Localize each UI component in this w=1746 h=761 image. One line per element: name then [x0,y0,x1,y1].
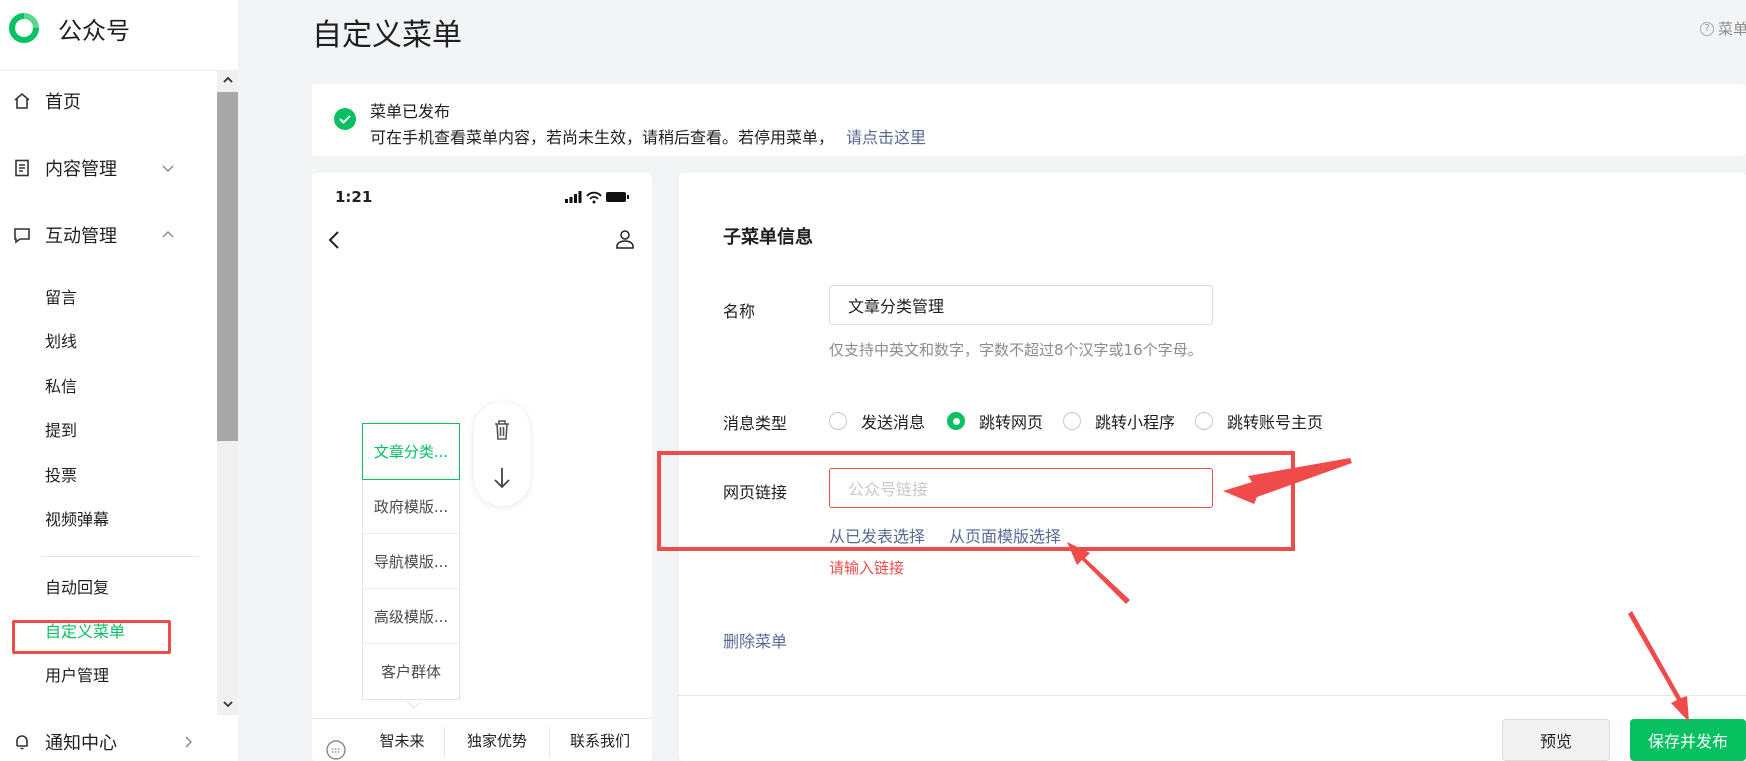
trash-icon[interactable] [492,418,512,442]
phone-preview: 1:21 文章分类... 政府模版... 导航模版... 高级模版... 客户群… [312,173,652,761]
sidebar-item-label: 首页 [45,92,81,113]
sidebar-subitem-highlights[interactable]: 划线 [45,328,77,352]
notice-description: 可在手机查看菜单内容，若尚未生效，请稍后查看。若停用菜单， 请点击这里 [370,124,926,148]
publish-notice: 菜单已发布 可在手机查看菜单内容，若尚未生效，请稍后查看。若停用菜单， 请点击这里 [312,84,1746,156]
page-title: 自定义菜单 [312,18,462,53]
panel-title: 子菜单信息 [723,227,813,248]
check-circle-icon [334,108,356,130]
save-and-publish-button[interactable]: 保存并发布 [1630,719,1746,761]
sidebar-item-home[interactable]: 首页 [0,81,216,121]
back-arrow-icon[interactable] [326,229,344,251]
phone-menu-item[interactable]: 独家优势 [445,719,549,761]
preview-button[interactable]: 预览 [1502,719,1610,761]
sidebar-item-content[interactable]: 内容管理 [0,148,216,188]
user-profile-icon[interactable] [614,228,636,250]
radio-jump-account-home[interactable]: 跳转账号主页 [1195,409,1323,433]
disable-menu-link[interactable]: 请点击这里 [846,128,926,147]
sidebar-item-interaction[interactable]: 互动管理 [0,215,216,255]
radio-label: 跳转小程序 [1095,413,1176,432]
submenu-item[interactable]: 政府模版... [363,479,459,534]
phone-menu-item[interactable]: 智未来 [360,719,444,761]
scroll-up-button[interactable] [217,70,238,90]
scroll-down-button[interactable] [217,694,238,714]
submenu-popup: 文章分类... 政府模版... 导航模版... 高级模版... 客户群体 [362,423,460,700]
sidebar-item-label: 互动管理 [45,226,117,247]
status-bar-icons [565,191,629,204]
chevron-up-icon [162,231,174,238]
submenu-item[interactable]: 高级模版... [363,589,459,644]
sidebar-subitem-comments[interactable]: 留言 [45,284,77,308]
phone-menu-bar: 智未来 独家优势 联系我们 [312,718,652,761]
submenu-toolbar [474,402,530,506]
keyboard-toggle-icon[interactable] [325,739,347,761]
app-name: 公众号 [58,16,130,45]
menu-name-input[interactable]: 文章分类管理 [829,285,1213,325]
submenu-item[interactable]: 导航模版... [363,534,459,589]
radio-jump-miniprogram[interactable]: 跳转小程序 [1063,409,1175,433]
name-hint: 仅支持中英文和数字，字数不超过8个汉字或16个字母。 [829,341,1203,359]
submenu-caret [407,701,421,709]
divider [679,695,1746,696]
sidebar-subitem-mentions[interactable]: 提到 [45,417,77,441]
chevron-down-icon [222,701,233,708]
sidebar: 公众号 首页 内容管理 互动管理 留言 划线 私信 提到 投票 视频弹幕 自动回… [0,0,238,761]
delete-menu-link[interactable]: 删除菜单 [723,628,787,652]
annotation-highlight-box [657,451,1295,551]
divider [0,70,238,71]
document-icon [15,159,29,177]
radio-circle [829,412,847,430]
submenu-item[interactable]: 文章分类... [362,423,460,480]
radio-send-message[interactable]: 发送消息 [829,409,925,433]
notice-text: 可在手机查看菜单内容，若尚未生效，请稍后查看。若停用菜单， [370,128,835,147]
question-icon: ? [1700,21,1714,36]
radio-circle [1063,412,1081,430]
sidebar-item-label: 内容管理 [45,159,117,180]
logo[interactable]: 公众号 [6,10,130,46]
chevron-up-icon [222,76,233,83]
radio-circle [1195,412,1213,430]
scrollbar-thumb[interactable] [217,92,238,441]
move-down-icon[interactable] [492,466,512,490]
submenu-item[interactable]: 客户群体 [363,644,459,699]
chevron-right-icon [185,736,192,748]
radio-label: 跳转网页 [979,413,1044,432]
phone-menu-item[interactable]: 联系我们 [550,719,650,761]
sidebar-subitem-user-management[interactable]: 用户管理 [45,662,109,686]
radio-jump-webpage[interactable]: 跳转网页 [947,409,1043,433]
sidebar-subitem-votes[interactable]: 投票 [45,462,77,486]
sidebar-subitem-auto-reply[interactable]: 自动回复 [45,574,109,598]
radio-label: 跳转账号主页 [1227,413,1324,432]
url-error-message: 请输入链接 [829,559,905,577]
help-label: 菜单 [1718,20,1746,38]
sidebar-item-notifications[interactable]: 通知中心 [0,722,216,761]
chevron-down-icon [162,165,174,172]
phone-time: 1:21 [335,188,373,206]
radio-circle [947,412,965,430]
radio-label: 发送消息 [861,413,926,432]
sidebar-subitem-messages[interactable]: 私信 [45,373,77,397]
name-label: 名称 [723,302,756,321]
notice-title: 菜单已发布 [370,102,451,121]
bell-icon [16,735,28,750]
message-icon [14,228,30,244]
divider [41,556,199,557]
message-type-label: 消息类型 [723,414,788,433]
home-icon [14,92,30,109]
sidebar-item-label: 通知中心 [45,733,117,754]
help-link[interactable]: ? 菜单 [1700,18,1746,39]
sidebar-subitem-danmaku[interactable]: 视频弹幕 [45,506,109,530]
wechat-official-logo-icon [9,13,39,43]
annotation-highlight-box [12,620,171,654]
